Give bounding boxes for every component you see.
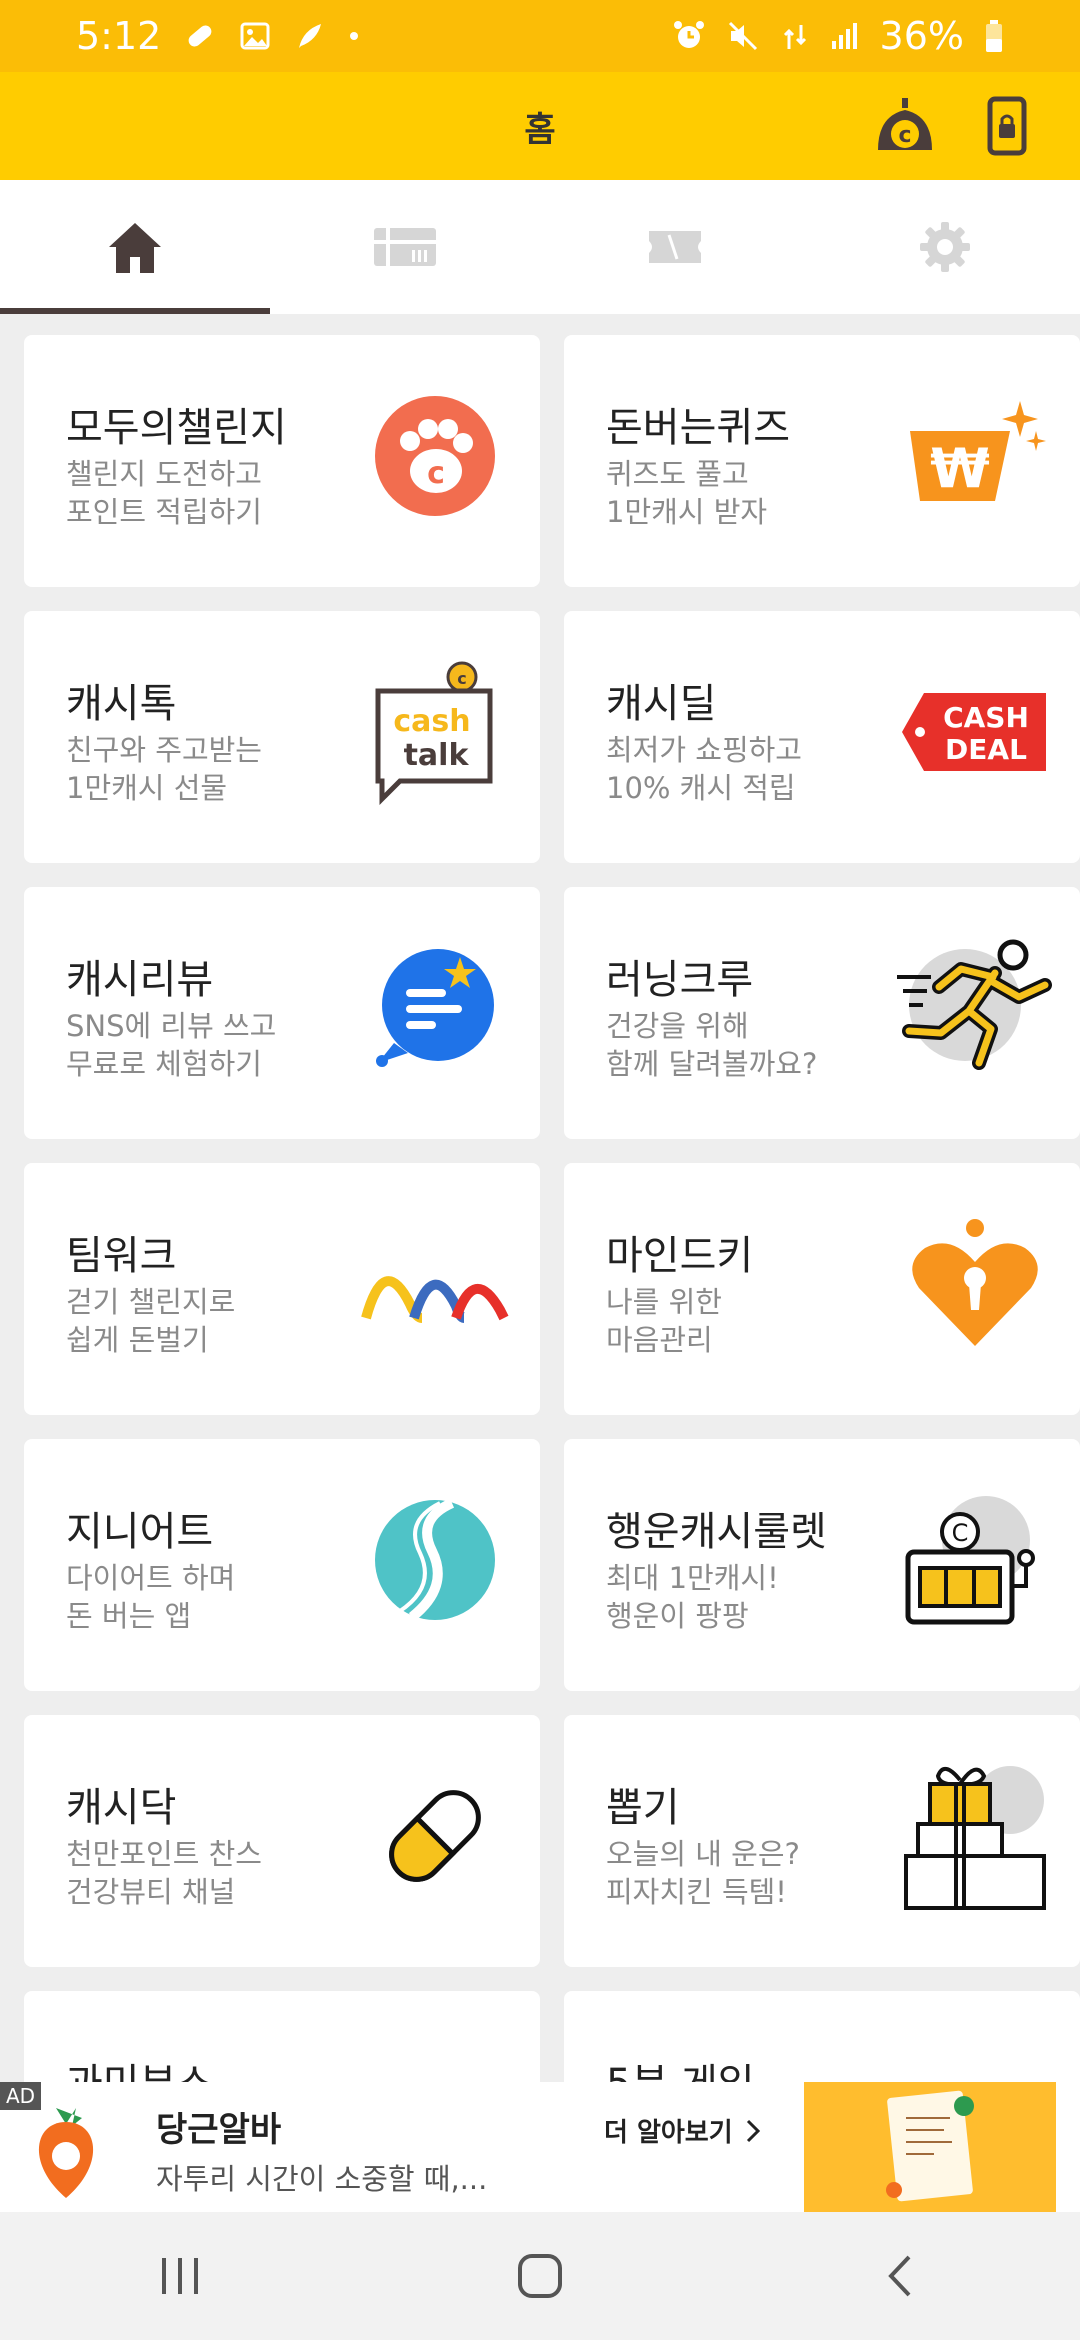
recent-apps-icon: [162, 2258, 198, 2294]
ad-cta-label: 더 알아보기: [604, 2118, 733, 2148]
card-desc: SNS에 리뷰 쓰고 무료로 체험하기: [66, 1009, 277, 1081]
card-desc: 친구와 주고받는 1만캐시 선물: [66, 733, 262, 805]
ticket-icon: [649, 231, 701, 263]
card-title: 지니어트: [66, 1509, 214, 1555]
battery-percent: 36%: [879, 14, 964, 58]
pill-icon: [183, 19, 217, 53]
card-desc: 최저가 쇼핑하고 10% 캐시 적립: [606, 733, 802, 805]
card-draw[interactable]: 뽑기 오늘의 내 운은? 피자치킨 득템!: [564, 1715, 1080, 1967]
card-title: 뽑기: [606, 1785, 680, 1831]
lte-icon: [780, 19, 810, 53]
review-bubble-icon: [350, 923, 520, 1093]
cash-talk-text-2: talk: [404, 738, 470, 773]
card-desc: 천만포인트 찬스 건강뷰티 채널: [66, 1837, 262, 1909]
battery-icon: [984, 19, 1004, 53]
app-header: 홈 c: [0, 72, 1080, 180]
recent-apps-button[interactable]: [0, 2212, 360, 2340]
card-roulette[interactable]: 행운캐시룰렛 최대 1만캐시! 행운이 팡팡 C: [564, 1439, 1080, 1691]
gear-icon: [920, 222, 970, 272]
card-cashdoc[interactable]: 캐시닥 천만포인트 찬스 건강뷰티 채널: [24, 1715, 540, 1967]
tab-ticket[interactable]: [540, 180, 810, 314]
ad-banner[interactable]: AD 당근알바 자투리 시간이 소중할 때,... 더 알아보기: [0, 2082, 1080, 2212]
card-cashdeal[interactable]: 캐시딜 최저가 쇼핑하고 10% 캐시 적립 CASH DEAL: [564, 611, 1080, 863]
card-title: 캐시톡: [66, 681, 177, 727]
home-icon: [109, 223, 161, 273]
cash-talk-icon: c cash talk: [350, 647, 520, 817]
cashwalk-c-icon[interactable]: c: [870, 90, 940, 162]
card-title: 행운캐시룰렛: [606, 1509, 827, 1555]
status-bar: 5:12 36%: [0, 0, 1080, 72]
card-quiz[interactable]: 돈버는퀴즈 퀴즈도 풀고 1만캐시 받자 ₩: [564, 335, 1080, 587]
ad-image[interactable]: [804, 2082, 1056, 2212]
card-cashreview[interactable]: 캐시리뷰 SNS에 리뷰 쓰고 무료로 체험하기: [24, 887, 540, 1139]
card-title: 모두의챌린지: [66, 405, 287, 451]
chevron-right-icon: [746, 2119, 760, 2142]
alarm-icon: [672, 19, 706, 53]
card-title: 마인드키: [606, 1233, 754, 1279]
card-title: 팀워크: [66, 1233, 177, 1279]
home-nav-button[interactable]: [360, 2212, 720, 2340]
svg-text:c: c: [457, 669, 466, 688]
card-genieat[interactable]: 지니어트 다이어트 하며 돈 버는 앱: [24, 1439, 540, 1691]
card-desc: 나를 위한 마음관리: [606, 1285, 722, 1357]
card-running-crew[interactable]: 러닝크루 건강을 위해 함께 달려볼까요?: [564, 887, 1080, 1139]
card-title: 캐시리뷰: [66, 957, 214, 1003]
gift-box-icon: [890, 1751, 1060, 1921]
card-desc: 걷기 챌린지로 쉽게 돈벌기: [66, 1285, 236, 1357]
card-desc: 퀴즈도 풀고 1만캐시 받자: [606, 457, 768, 529]
card-desc: 최대 1만캐시! 행운이 팡팡: [606, 1561, 779, 1633]
capsule-icon: [350, 1751, 520, 1921]
svg-text:C: C: [952, 1519, 969, 1547]
feather-icon: [293, 20, 325, 52]
cash-talk-text-1: cash: [393, 704, 470, 739]
teamwork-arches-icon: [350, 1199, 520, 1369]
tab-home[interactable]: [0, 180, 270, 314]
paw-c-icon: c: [350, 371, 520, 541]
slot-machine-icon: C: [890, 1475, 1060, 1645]
system-nav-bar: [0, 2212, 1080, 2340]
card-challenge[interactable]: 모두의챌린지 챌린지 도전하고 포인트 적립하기 c: [24, 335, 540, 587]
dot-icon: [347, 29, 361, 43]
cash-deal-text-2: DEAL: [945, 733, 1027, 766]
card-title: 러닝크루: [606, 957, 754, 1003]
ad-cta-button[interactable]: 더 알아보기: [604, 2112, 761, 2149]
card-desc: 건강을 위해 함께 달려볼까요?: [606, 1009, 818, 1081]
card-desc: 오늘의 내 운은? 피자치킨 득템!: [606, 1837, 800, 1909]
card-title: 캐시닥: [66, 1785, 177, 1831]
card-desc: 챌린지 도전하고 포인트 적립하기: [66, 457, 262, 529]
svg-text:c: c: [427, 456, 445, 491]
ad-title: 당근알바: [156, 2110, 282, 2150]
card-title: 돈버는퀴즈: [606, 405, 790, 451]
image-icon: [239, 20, 271, 52]
carrot-icon: [26, 2104, 106, 2204]
gift-card-icon: [374, 228, 436, 266]
status-time: 5:12: [76, 14, 162, 58]
runner-icon: [890, 923, 1060, 1093]
card-teamwork[interactable]: 팀워크 걷기 챌린지로 쉽게 돈벌기: [24, 1163, 540, 1415]
card-desc: 다이어트 하며 돈 버는 앱: [66, 1561, 236, 1633]
mute-icon: [726, 19, 760, 53]
won-sparkle-icon: ₩: [890, 371, 1060, 541]
heart-keyhole-icon: [890, 1199, 1060, 1369]
svg-text:c: c: [898, 123, 911, 148]
tab-settings[interactable]: [810, 180, 1080, 314]
cash-deal-text-1: CASH: [943, 701, 1029, 734]
signal-icon: [830, 21, 860, 51]
tab-bar: [0, 180, 1080, 314]
cash-deal-tag-icon: CASH DEAL: [890, 647, 1060, 817]
back-icon: [888, 2255, 911, 2297]
svg-text:₩: ₩: [930, 437, 990, 500]
tab-gift-card[interactable]: [270, 180, 540, 314]
card-title: 캐시딜: [606, 681, 717, 727]
ad-desc: 자투리 시간이 소중할 때,...: [156, 2162, 488, 2196]
s-wave-icon: [350, 1475, 520, 1645]
phone-lock-icon[interactable]: [972, 90, 1042, 162]
back-button[interactable]: [720, 2212, 1080, 2340]
card-mindkey[interactable]: 마인드키 나를 위한 마음관리: [564, 1163, 1080, 1415]
home-circle-icon: [518, 2254, 562, 2298]
card-cashtalk[interactable]: 캐시톡 친구와 주고받는 1만캐시 선물 c cash talk: [24, 611, 540, 863]
